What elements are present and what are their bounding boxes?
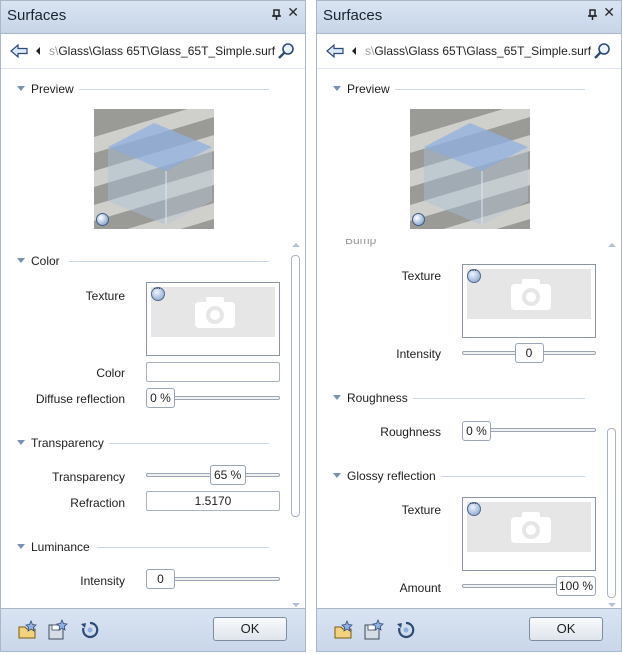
path-prefix: s\ xyxy=(365,44,375,58)
file-path: s\Glass\Glass 65T\Glass_65T_Simple.surf xyxy=(365,44,591,58)
diffuse-slider-track[interactable] xyxy=(171,396,280,400)
section-roughness[interactable]: Roughness xyxy=(333,391,408,405)
close-icon[interactable]: ✕ xyxy=(603,4,615,21)
intensity-label: Intensity xyxy=(396,347,441,361)
path-bar: s\Glass\Glass 65T\Glass_65T_Simple.surf xyxy=(1,34,305,69)
history-dropdown-icon[interactable] xyxy=(35,46,41,56)
section-roughness-label: Roughness xyxy=(347,391,408,405)
more-options-icon[interactable] xyxy=(467,265,481,283)
save-favorite-icon[interactable] xyxy=(47,619,69,641)
panel-title: Surfaces xyxy=(7,7,67,24)
path-prefix: s\ xyxy=(49,44,59,58)
preview-mode-icon[interactable] xyxy=(412,213,425,226)
texture-label: Texture xyxy=(85,289,125,303)
texture-placeholder xyxy=(467,269,591,319)
roughness-value-field[interactable]: 0 % xyxy=(462,421,491,441)
scroll-down-arrow[interactable] xyxy=(292,603,300,607)
more-options-icon[interactable] xyxy=(151,283,165,301)
roughness-label: Roughness xyxy=(380,425,441,439)
scroll-up-arrow[interactable] xyxy=(608,243,616,247)
history-dropdown-icon[interactable] xyxy=(351,46,357,56)
color-label: Color xyxy=(96,366,125,380)
diffuse-value-field[interactable]: 0 % xyxy=(146,388,175,408)
open-favorite-icon[interactable] xyxy=(333,619,355,641)
texture-label: Texture xyxy=(401,269,441,283)
section-luminance-label: Luminance xyxy=(31,540,90,554)
scrollbar[interactable] xyxy=(291,243,301,607)
properties-area: Preview Bump Texture Intensit xyxy=(317,69,621,609)
properties-area: Preview Color Texture ··· Color Diffuse … xyxy=(1,69,305,609)
reset-icon[interactable] xyxy=(79,619,101,641)
pin-icon[interactable] xyxy=(587,9,599,21)
more-options-icon[interactable] xyxy=(467,498,481,516)
section-preview-label: Preview xyxy=(347,82,390,96)
bump-section-partial: Bump xyxy=(345,239,377,247)
intensity-slider-track[interactable] xyxy=(171,577,280,581)
transparency-value-field[interactable]: 65 % xyxy=(209,465,246,485)
scroll-down-arrow[interactable] xyxy=(608,603,616,607)
surfaces-panel-left: Surfaces ✕ s\Glass\Glass 65T\Glass_65T_S… xyxy=(0,0,306,652)
section-transparency-label: Transparency xyxy=(31,436,104,450)
search-icon[interactable] xyxy=(593,42,611,60)
texture-placeholder xyxy=(467,502,591,552)
surfaces-panel-right: Surfaces ✕ s\Glass\Glass 65T\Glass_65T_S… xyxy=(316,0,622,652)
scroll-up-arrow[interactable] xyxy=(292,243,300,247)
ok-button[interactable]: OK xyxy=(529,617,603,641)
glossy-texture-label: Texture xyxy=(401,503,441,517)
pin-icon[interactable] xyxy=(271,9,283,21)
section-preview-label: Preview xyxy=(31,82,74,96)
title-bar: Surfaces ✕ xyxy=(1,1,305,34)
path-value: Glass\Glass 65T\Glass_65T_Simple.surf xyxy=(374,44,592,58)
preview-image xyxy=(94,109,214,229)
amount-value-field[interactable]: 100 % xyxy=(556,576,596,596)
camera-icon xyxy=(511,512,551,543)
intensity-label: Intensity xyxy=(80,574,125,588)
color-field[interactable] xyxy=(146,362,280,382)
ok-button[interactable]: OK xyxy=(213,617,287,641)
file-path: s\Glass\Glass 65T\Glass_65T_Simple.surf xyxy=(49,44,275,58)
roughness-slider-track[interactable] xyxy=(487,428,596,432)
refraction-label: Refraction xyxy=(70,496,125,510)
transparency-label: Transparency xyxy=(52,470,125,484)
diffuse-reflection-label: Diffuse reflection xyxy=(35,392,125,406)
section-preview[interactable]: Preview xyxy=(17,82,74,96)
color-texture-slot[interactable] xyxy=(146,282,280,356)
search-icon[interactable] xyxy=(277,42,295,60)
panel-title: Surfaces xyxy=(323,7,383,24)
section-color[interactable]: Color xyxy=(17,254,60,268)
glossy-texture-slot[interactable] xyxy=(462,497,596,571)
scrollbar[interactable] xyxy=(607,243,617,607)
section-preview[interactable]: Preview xyxy=(333,82,390,96)
section-glossy-reflection[interactable]: Glossy reflection xyxy=(333,469,436,483)
bump-texture-slot[interactable] xyxy=(462,264,596,338)
intensity-value-field[interactable]: 0 xyxy=(514,343,544,363)
close-icon[interactable]: ✕ xyxy=(287,4,299,21)
section-color-label: Color xyxy=(31,254,60,268)
camera-icon xyxy=(195,297,235,328)
back-arrow-icon[interactable] xyxy=(325,42,345,60)
section-glossy-label: Glossy reflection xyxy=(347,469,436,483)
save-favorite-icon[interactable] xyxy=(363,619,385,641)
preview-image xyxy=(410,109,530,229)
scroll-thumb[interactable] xyxy=(291,255,300,517)
path-bar: s\Glass\Glass 65T\Glass_65T_Simple.surf xyxy=(317,34,621,69)
bottom-toolbar: OK xyxy=(317,608,621,651)
intensity-value-field[interactable]: 0 xyxy=(146,569,175,589)
path-value: Glass\Glass 65T\Glass_65T_Simple.surf xyxy=(58,44,276,58)
refraction-field[interactable]: 1.5170 xyxy=(146,491,280,511)
amount-label: Amount xyxy=(399,581,441,595)
bottom-toolbar: OK xyxy=(1,608,305,651)
back-arrow-icon[interactable] xyxy=(9,42,29,60)
preview-mode-icon[interactable] xyxy=(96,213,109,226)
open-favorite-icon[interactable] xyxy=(17,619,39,641)
reset-icon[interactable] xyxy=(395,619,417,641)
title-bar: Surfaces ✕ xyxy=(317,1,621,34)
section-transparency[interactable]: Transparency xyxy=(17,436,104,450)
texture-placeholder xyxy=(151,287,275,337)
scroll-thumb[interactable] xyxy=(607,428,616,598)
camera-icon xyxy=(511,279,551,310)
section-luminance[interactable]: Luminance xyxy=(17,540,90,554)
